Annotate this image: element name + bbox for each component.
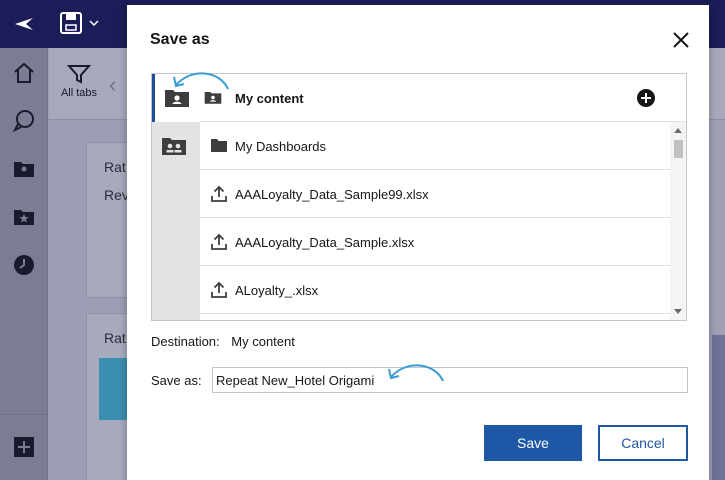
list-item[interactable]: My Dashboards xyxy=(200,122,670,170)
save-button[interactable]: Save xyxy=(484,425,582,461)
folder-team-icon xyxy=(162,138,186,155)
app-logo-icon[interactable] xyxy=(12,12,36,36)
destination-value: My content xyxy=(231,334,295,349)
card-text: Rev xyxy=(104,187,129,203)
scroll-down-icon[interactable] xyxy=(674,309,682,314)
home-icon[interactable] xyxy=(12,61,36,85)
filter-label: All tabs xyxy=(60,87,98,99)
rail-item-team-content[interactable] xyxy=(152,122,200,170)
background-table xyxy=(712,335,725,480)
new-icon[interactable] xyxy=(12,435,36,459)
card-text: Rat xyxy=(104,159,126,175)
folder-contents: My content My Dashboards AAALoyalty_Data… xyxy=(200,74,686,320)
file-name: AAALoyalty_Data_Sample.xlsx xyxy=(235,235,415,250)
scroll-thumb[interactable] xyxy=(674,140,683,158)
destination-label: Destination: xyxy=(151,334,220,349)
plus-circle-icon[interactable] xyxy=(637,89,655,107)
file-name-input[interactable] xyxy=(212,367,688,393)
save-as-dialog: Save as My content My Dashboards AAALoya… xyxy=(127,5,709,480)
close-icon[interactable] xyxy=(670,29,692,51)
current-folder-title: My content xyxy=(235,91,304,106)
background-canvas-edge xyxy=(712,120,725,480)
annotation-arrow-icon xyxy=(173,72,229,90)
upload-icon xyxy=(211,186,227,202)
save-menu-button[interactable] xyxy=(58,10,106,38)
file-name: AAALoyalty_Data_Sample99.xlsx xyxy=(235,187,429,202)
file-list: My Dashboards AAALoyalty_Data_Sample99.x… xyxy=(200,122,670,320)
upload-icon xyxy=(211,234,227,250)
folder-icon xyxy=(211,139,227,152)
sidebar-divider xyxy=(0,414,48,415)
all-tabs-filter-button[interactable]: All tabs xyxy=(59,64,99,108)
filter-icon xyxy=(66,65,92,84)
my-content-icon[interactable] xyxy=(12,157,36,181)
list-item[interactable]: AAALoyalty_Data_Sample99.xlsx xyxy=(200,170,670,218)
save-icon xyxy=(60,12,99,34)
recent-icon[interactable] xyxy=(12,253,36,277)
destination-line: Destination: My content xyxy=(151,334,295,349)
annotation-arrow-icon xyxy=(388,364,444,382)
upload-icon xyxy=(211,282,227,298)
chat-icon[interactable] xyxy=(12,109,36,133)
dialog-title: Save as xyxy=(150,31,210,48)
scroll-up-icon[interactable] xyxy=(674,128,682,133)
cancel-button[interactable]: Cancel xyxy=(598,425,688,461)
file-name: ALoyalty_.xlsx xyxy=(235,283,319,298)
list-item[interactable]: ALoyalty_.xlsx xyxy=(200,266,670,314)
save-as-label: Save as: xyxy=(151,373,202,388)
app-sidebar xyxy=(0,48,48,480)
location-rail xyxy=(152,74,200,320)
favorites-folder-icon[interactable] xyxy=(12,205,36,229)
card-text: Rat xyxy=(104,330,126,346)
list-item[interactable]: AAALoyalty_Data_Sample.xlsx xyxy=(200,218,670,266)
file-list-scrollbar[interactable] xyxy=(670,122,686,320)
current-folder-header: My content xyxy=(200,74,686,122)
chart-bar xyxy=(99,358,127,420)
chevron-left-icon[interactable]: ‹ xyxy=(109,72,116,98)
file-name: My Dashboards xyxy=(235,139,327,154)
location-browser: My content My Dashboards AAALoyalty_Data… xyxy=(151,73,687,321)
